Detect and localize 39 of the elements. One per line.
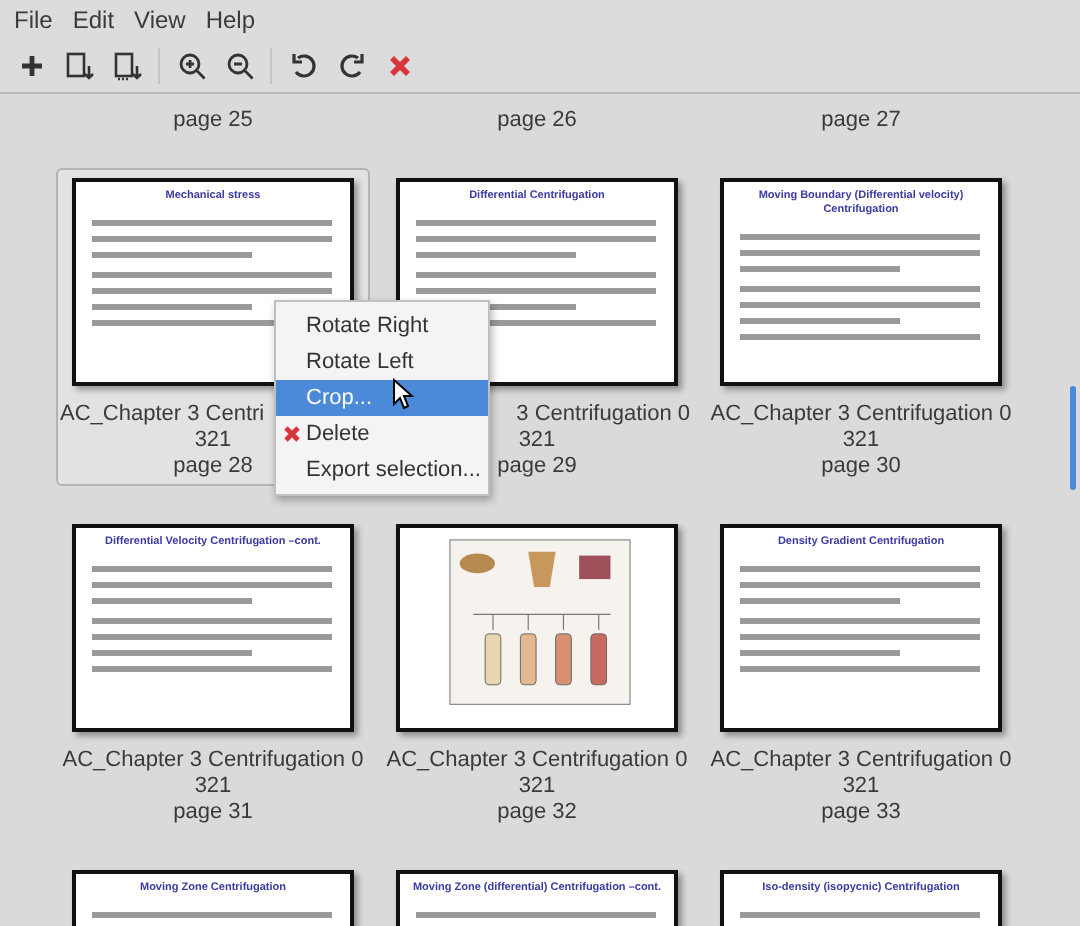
page-import-icon: [63, 50, 95, 82]
page-label: AC_Chapter 3 Centrifugation 0: [386, 748, 688, 774]
page-label: page 25: [173, 108, 253, 134]
page-label: page 27: [821, 108, 901, 134]
page-item[interactable]: page 27: [704, 98, 1018, 140]
menu-item[interactable]: Edit: [62, 6, 125, 34]
mouse-cursor-icon: [392, 378, 414, 410]
menu-item[interactable]: Help: [195, 6, 266, 34]
page-label: AC_Chapter 3 Centri: [58, 402, 267, 428]
page-label: AC_Chapter 3 Centrifugation 0: [710, 748, 1012, 774]
page-import-icon: [111, 50, 143, 82]
context-menu-item[interactable]: Crop...: [276, 380, 488, 416]
menu-item[interactable]: File: [4, 6, 63, 34]
page-item[interactable]: page 25: [56, 98, 370, 140]
page-label: 321: [842, 428, 880, 454]
zoom-in-icon: [175, 50, 207, 82]
page-label: AC_Chapter 3 Centrifugation 0: [710, 402, 1012, 428]
page-label: 321: [842, 774, 880, 800]
page-label: page 30: [821, 454, 901, 480]
page-label: AC_Chapter 3 Centrifugation 0: [62, 748, 364, 774]
delete-icon: [282, 424, 302, 444]
rotate-left-icon: [287, 50, 319, 82]
page-label: 321: [518, 428, 556, 454]
page-label: page 33: [821, 800, 901, 826]
page-label: page 26: [497, 108, 577, 134]
page-label: page 32: [497, 800, 577, 826]
scrollbar-thumb[interactable]: [1070, 386, 1076, 490]
page-label: 321: [194, 774, 232, 800]
page-label: page 29: [497, 454, 577, 480]
page-item[interactable]: page 26: [380, 98, 694, 140]
page-label: 321: [518, 774, 556, 800]
menu-item[interactable]: View: [124, 6, 196, 34]
page-item[interactable]: AC_Chapter 3 Centrifugation 0 321 page 32: [380, 514, 694, 832]
page-label: 321: [194, 428, 232, 454]
page-label: 3 Centrifugation 0: [514, 402, 692, 428]
page-label: page 28: [173, 454, 253, 480]
zoom-out-icon: [223, 50, 255, 82]
page-label: page 31: [173, 800, 253, 826]
rotate-right-icon: [335, 50, 367, 82]
